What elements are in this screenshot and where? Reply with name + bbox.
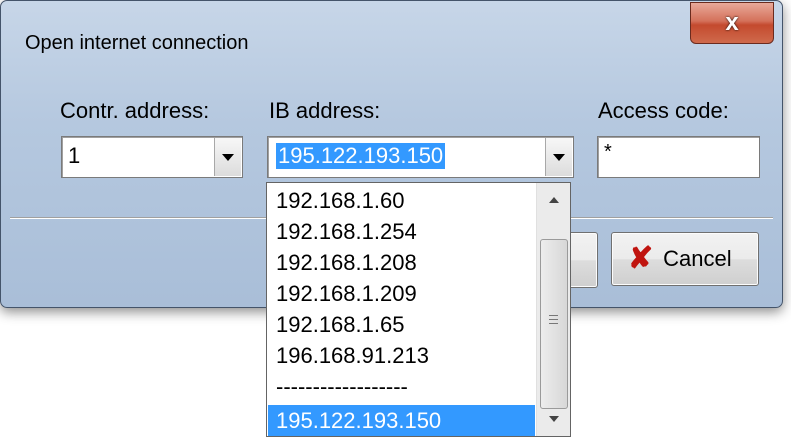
ib-address-value[interactable]: 195.122.193.150 — [276, 143, 446, 169]
chevron-down-icon — [222, 153, 234, 161]
red-x-icon: ✘ — [628, 242, 654, 275]
dialog-title: Open internet connection — [25, 32, 249, 54]
list-item[interactable]: 192.168.1.254 — [268, 216, 535, 247]
cancel-button[interactable]: ✘ Cancel — [611, 232, 759, 286]
chevron-up-icon — [548, 197, 559, 203]
chevron-down-icon — [548, 416, 559, 422]
list-item[interactable]: 192.168.1.209 — [268, 278, 535, 309]
access-code-value: * — [604, 141, 612, 163]
close-button[interactable]: x — [690, 2, 774, 44]
contr-dropdown-button[interactable] — [214, 138, 241, 176]
list-item[interactable]: 192.168.1.208 — [268, 247, 535, 278]
grip-icon — [549, 323, 558, 324]
list-item[interactable]: 192.168.1.65 — [268, 309, 535, 340]
scroll-down-button[interactable] — [537, 404, 570, 434]
grip-icon — [549, 319, 558, 320]
access-code-label: Access code: — [598, 98, 729, 123]
list-item-separator[interactable]: ------------------ — [268, 371, 535, 402]
list-scrollbar[interactable] — [536, 183, 570, 436]
ib-address-dropdown-list[interactable]: 192.168.1.60 192.168.1.254 192.168.1.208… — [266, 182, 571, 437]
list-item[interactable]: 192.168.1.60 — [268, 185, 535, 216]
contr-address-select[interactable]: 1 — [61, 136, 243, 178]
contr-address-value: 1 — [68, 143, 81, 168]
grip-icon — [549, 315, 558, 316]
list-item[interactable]: 196.168.91.213 — [268, 340, 535, 371]
chevron-down-icon — [553, 153, 565, 161]
access-code-input[interactable]: * — [597, 136, 760, 178]
close-icon: x — [725, 9, 739, 36]
ib-dropdown-button[interactable] — [545, 138, 572, 176]
scrollbar-thumb[interactable] — [540, 239, 568, 409]
ib-address-label: IB address: — [269, 98, 381, 123]
scroll-up-button[interactable] — [537, 185, 570, 215]
list-item-selected[interactable]: 195.122.193.150 — [268, 405, 535, 436]
ib-address-combobox[interactable]: 195.122.193.150 — [267, 136, 574, 178]
cancel-button-label: Cancel — [663, 246, 732, 271]
contr-address-label: Contr. address: — [60, 98, 210, 123]
